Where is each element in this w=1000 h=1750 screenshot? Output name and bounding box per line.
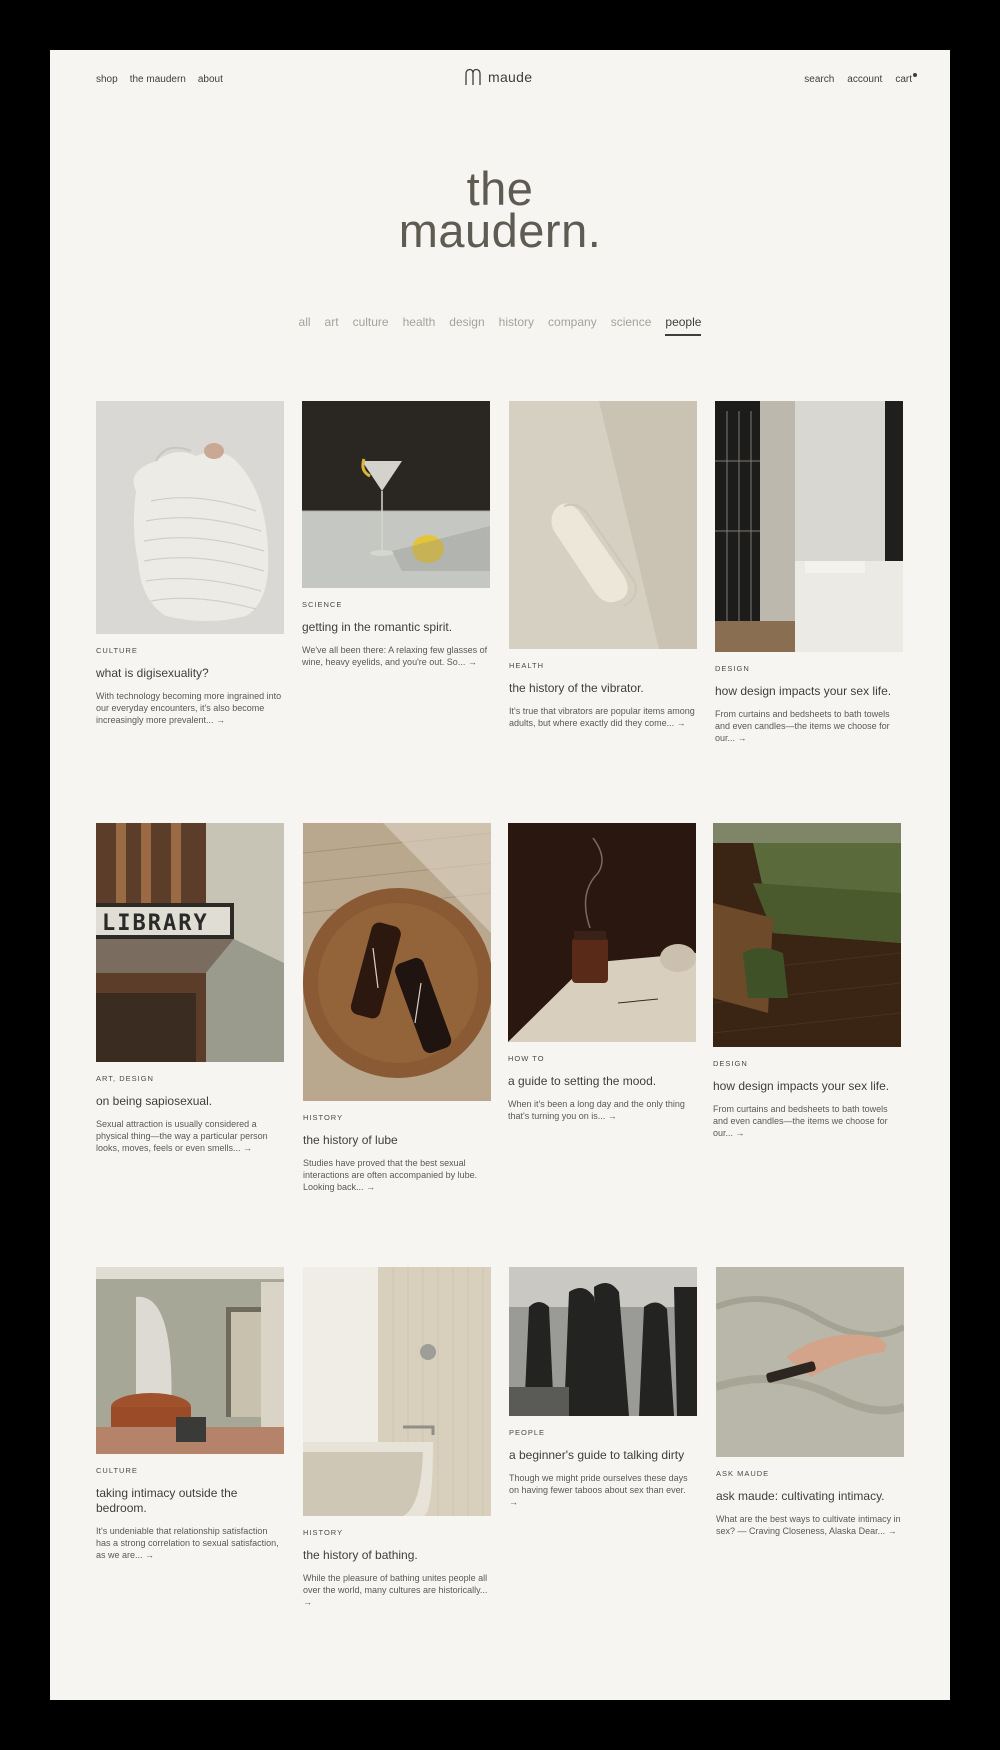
article-excerpt[interactable]: From curtains and bedsheets to bath towe… xyxy=(715,708,903,744)
article-image-bathtub-room[interactable] xyxy=(96,1267,284,1454)
article-image-vibrator[interactable] xyxy=(509,401,697,649)
logo[interactable]: maude xyxy=(464,68,532,86)
article-image-martini[interactable] xyxy=(302,401,490,588)
article-excerpt[interactable]: When it's been a long day and the only t… xyxy=(508,1098,696,1122)
article-title[interactable]: the history of the vibrator. xyxy=(509,681,697,696)
article-excerpt[interactable]: With technology becoming more ingrained … xyxy=(96,690,284,726)
logo-text: maude xyxy=(488,69,533,85)
article-card[interactable]: how to a guide to setting the mood. When… xyxy=(508,823,696,1122)
article-excerpt[interactable]: Though we might pride ourselves these da… xyxy=(509,1472,697,1508)
article-title[interactable]: on being sapiosexual. xyxy=(96,1094,284,1109)
article-title[interactable]: a guide to setting the mood. xyxy=(508,1074,696,1089)
maude-logo-icon xyxy=(465,68,481,85)
article-card[interactable]: LIBRARY art, design on being sapiosexual… xyxy=(96,823,284,1154)
article-excerpt[interactable]: Studies have proved that the best sexual… xyxy=(303,1157,491,1193)
filter-tab-culture[interactable]: culture xyxy=(353,315,389,336)
article-image-sheets[interactable] xyxy=(716,1267,904,1457)
article-excerpt[interactable]: It's true that vibrators are popular ite… xyxy=(509,705,697,729)
article-image-candle[interactable] xyxy=(508,823,696,1042)
article-title[interactable]: how design impacts your sex life. xyxy=(715,684,903,699)
article-title[interactable]: how design impacts your sex life. xyxy=(713,1079,901,1094)
filter-tab-design[interactable]: design xyxy=(449,315,484,336)
article-image-lube-bottles[interactable] xyxy=(303,823,491,1101)
article-card[interactable]: culture taking intimacy outside the bedr… xyxy=(96,1267,284,1561)
article-category: ask maude xyxy=(716,1469,770,1478)
article-card[interactable]: culture what is digisexuality? With tech… xyxy=(96,401,284,726)
article-excerpt[interactable]: We've all been there: A relaxing few gla… xyxy=(302,644,490,668)
article-image-bedroom[interactable] xyxy=(715,401,903,652)
nav-cart-link[interactable]: cart xyxy=(895,73,917,85)
article-category: design xyxy=(715,664,750,673)
article-image-sweater[interactable] xyxy=(96,401,284,634)
nav-the-maudern-link[interactable]: the maudern xyxy=(130,74,186,85)
article-image-bath[interactable] xyxy=(303,1267,491,1516)
article-image-library[interactable]: LIBRARY xyxy=(96,823,284,1062)
article-card[interactable]: history the history of bathing. While th… xyxy=(303,1267,491,1608)
category-filter-tabs: all art culture health design history co… xyxy=(50,315,950,336)
article-category: culture xyxy=(96,646,138,655)
filter-tab-science[interactable]: science xyxy=(611,315,652,336)
page-title-line-2: maudern. xyxy=(398,204,602,257)
nav-right: search account cart xyxy=(804,73,917,85)
article-excerpt[interactable]: Sexual attraction is usually considered … xyxy=(96,1118,284,1154)
cart-label: cart xyxy=(895,74,912,85)
article-category: people xyxy=(509,1428,546,1437)
nav-search-link[interactable]: search xyxy=(804,74,834,85)
article-image-green-sofa[interactable] xyxy=(713,823,901,1047)
article-category: science xyxy=(302,600,343,609)
article-image-paris-kiss[interactable] xyxy=(509,1267,697,1416)
article-card[interactable]: history the history of lube Studies have… xyxy=(303,823,491,1193)
article-card[interactable]: people a beginner's guide to talking dir… xyxy=(509,1267,697,1508)
article-excerpt[interactable]: From curtains and bedsheets to bath towe… xyxy=(713,1103,901,1139)
article-title[interactable]: a beginner's guide to talking dirty xyxy=(509,1448,697,1463)
article-category: history xyxy=(303,1113,344,1122)
nav-left: shop the maudern about xyxy=(96,74,223,85)
article-excerpt[interactable]: While the pleasure of bathing unites peo… xyxy=(303,1572,491,1608)
article-excerpt[interactable]: It's undeniable that relationship satisf… xyxy=(96,1525,284,1561)
nav-about-link[interactable]: about xyxy=(198,74,223,85)
article-title[interactable]: taking intimacy outside the bedroom. xyxy=(96,1486,284,1516)
article-category: health xyxy=(509,661,545,670)
article-title[interactable]: the history of bathing. xyxy=(303,1548,491,1563)
article-excerpt[interactable]: What are the best ways to cultivate inti… xyxy=(716,1513,904,1537)
article-title[interactable]: getting in the romantic spirit. xyxy=(302,620,490,635)
article-category: art, design xyxy=(96,1074,154,1083)
article-title[interactable]: the history of lube xyxy=(303,1133,491,1148)
filter-tab-company[interactable]: company xyxy=(548,315,597,336)
article-title[interactable]: what is digisexuality? xyxy=(96,666,284,681)
article-card[interactable]: science getting in the romantic spirit. … xyxy=(302,401,490,668)
filter-tab-people[interactable]: people xyxy=(665,315,702,336)
page: shop the maudern about maude search acco… xyxy=(50,50,950,1700)
article-card[interactable]: design how design impacts your sex life.… xyxy=(715,401,903,744)
filter-tab-health[interactable]: health xyxy=(403,315,436,336)
filter-tab-art[interactable]: art xyxy=(325,315,339,336)
article-category: culture xyxy=(96,1466,138,1475)
article-card[interactable]: design how design impacts your sex life.… xyxy=(713,823,901,1139)
article-card[interactable]: health the history of the vibrator. It's… xyxy=(509,401,697,729)
library-sign-text: LIBRARY xyxy=(102,911,209,936)
filter-tab-all[interactable]: all xyxy=(299,315,311,336)
article-card[interactable]: ask maude ask maude: cultivating intimac… xyxy=(716,1267,904,1537)
article-category: how to xyxy=(508,1054,545,1063)
nav-shop-link[interactable]: shop xyxy=(96,74,118,85)
article-title[interactable]: ask maude: cultivating intimacy. xyxy=(716,1489,904,1504)
nav-account-link[interactable]: account xyxy=(847,74,882,85)
page-title: the maudern. xyxy=(50,165,950,257)
filter-tab-history[interactable]: history xyxy=(499,315,534,336)
article-category: history xyxy=(303,1528,344,1537)
cart-indicator-dot xyxy=(913,73,917,77)
article-category: design xyxy=(713,1059,748,1068)
